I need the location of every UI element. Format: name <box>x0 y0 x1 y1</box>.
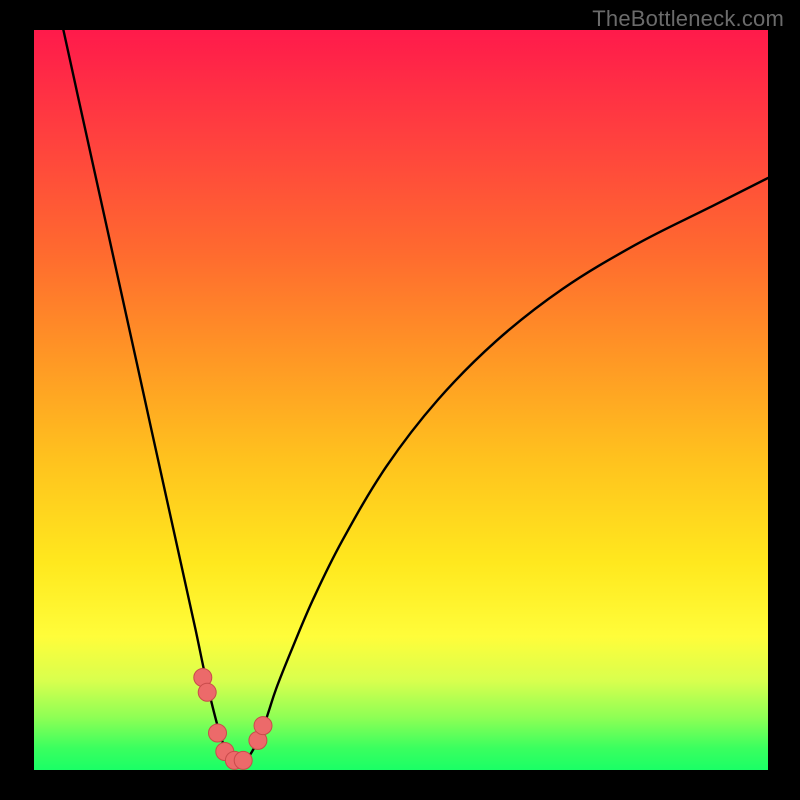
chart-svg <box>34 30 768 770</box>
curve-marker <box>194 669 212 687</box>
curve-marker <box>225 751 243 769</box>
watermark-text: TheBottleneck.com <box>592 6 784 32</box>
curve-marker <box>254 717 272 735</box>
curve-marker <box>216 743 234 761</box>
chart-frame: TheBottleneck.com <box>0 0 800 800</box>
bottleneck-curve <box>63 30 768 763</box>
curve-marker <box>209 724 227 742</box>
plot-area <box>34 30 768 770</box>
curve-marker <box>198 683 216 701</box>
curve-marker <box>249 731 267 749</box>
curve-marker <box>234 751 252 769</box>
curve-markers <box>194 669 272 770</box>
